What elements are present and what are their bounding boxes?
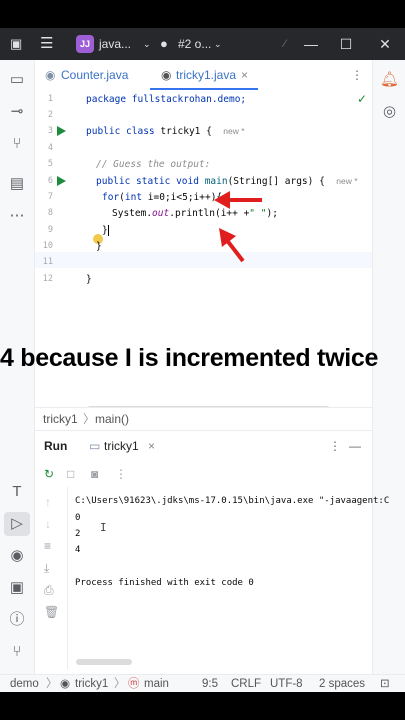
red-arrow-left — [214, 191, 262, 209]
overlay-caption: 4 because I is incremented twice — [0, 344, 379, 372]
red-arrow-up — [219, 228, 245, 263]
ide-window: ▣ ☰ JJ java... ⌄ ● #2 o... ⌄ ⁄ — ☐ ✕ ▭ ⊸… — [0, 28, 405, 692]
